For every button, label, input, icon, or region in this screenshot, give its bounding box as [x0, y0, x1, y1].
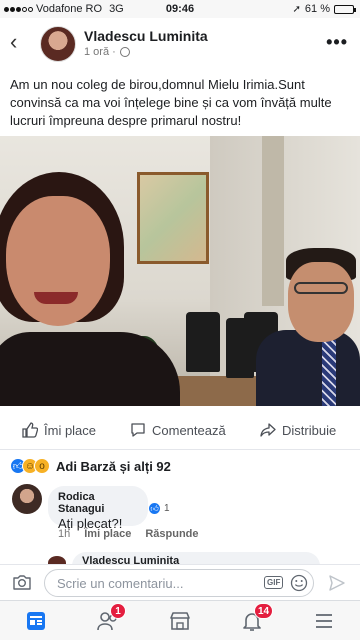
send-icon[interactable] — [328, 574, 346, 592]
thumbs-up-icon — [22, 422, 38, 438]
notifications-badge: 14 — [254, 603, 274, 619]
person-man-suit — [256, 330, 360, 406]
more-options-icon[interactable]: ••• — [326, 32, 348, 53]
author-avatar[interactable] — [40, 26, 76, 62]
comment-reply-button[interactable]: Răspunde — [145, 528, 198, 540]
commenter-name[interactable]: Rodica Stanagui — [58, 491, 138, 515]
share-icon — [260, 423, 276, 437]
post-text: Am un nou coleg de birou,domnul Mielu Ir… — [10, 77, 332, 128]
tab-friend-requests[interactable]: 1 — [96, 603, 126, 633]
like-reaction-icon: 👍︎ — [148, 502, 161, 515]
hamburger-menu-icon — [316, 614, 332, 628]
tab-news-feed[interactable] — [24, 609, 48, 633]
share-button[interactable]: Distribuie — [260, 422, 336, 438]
comment-like-count[interactable]: 👍︎ 1 — [148, 502, 170, 515]
location-icon: ➚ — [292, 3, 301, 15]
comment-like-button[interactable]: Îmi place — [84, 528, 131, 540]
news-feed-icon — [27, 612, 45, 630]
gif-button[interactable]: GIF — [264, 576, 284, 589]
battery-info: ➚ 61 % — [292, 3, 356, 15]
friend-requests-badge: 1 — [110, 603, 126, 619]
marketplace-icon — [170, 612, 190, 630]
post-actions: Îmi place Comentează Distribuie — [0, 414, 360, 450]
wow-reaction-icon: o — [34, 458, 50, 474]
comment-bubble[interactable]: Rodica Stanagui Ați plecat?! — [48, 486, 148, 531]
emoji-icon[interactable] — [290, 574, 308, 592]
reply-author-name: Vladescu Luminita — [82, 556, 180, 564]
person-man — [288, 262, 354, 342]
commenter-avatar[interactable] — [12, 484, 42, 514]
status-bar: Vodafone RO 3G 09:46 ➚ 61 % — [0, 0, 360, 18]
reactions-text: Adi Barză și alți 92 — [56, 458, 171, 474]
person-woman — [0, 172, 180, 406]
camera-icon[interactable] — [12, 573, 32, 591]
like-button[interactable]: Îmi place — [22, 422, 96, 438]
bottom-tab-bar: 1 14 — [0, 600, 360, 640]
comment-icon — [131, 423, 145, 437]
wall-map — [137, 172, 209, 264]
comment-actions: 1h Îmi place Răspunde — [58, 528, 199, 540]
post-time[interactable]: 1 oră · — [84, 46, 116, 58]
tab-notifications[interactable]: 14 — [240, 603, 274, 633]
post-meta: 1 oră · — [84, 46, 130, 58]
globe-icon — [119, 47, 130, 57]
tab-menu[interactable] — [312, 609, 336, 633]
tab-marketplace[interactable] — [168, 609, 192, 633]
reactions-summary[interactable]: 👍︎ ☺ o Adi Barză și alți 92 — [10, 458, 171, 474]
author-name[interactable]: Vladescu Luminita — [84, 28, 208, 44]
comment-button[interactable]: Comentează — [130, 422, 226, 438]
battery-icon — [334, 4, 356, 14]
battery-percent: 61 % — [304, 3, 330, 15]
back-arrow-icon[interactable]: ‹ — [10, 31, 17, 53]
post-header: ‹ Vladescu Luminita 1 oră · ••• — [0, 18, 360, 68]
comment-time: 1h — [58, 528, 71, 540]
comment-composer: GIF — [0, 564, 360, 600]
